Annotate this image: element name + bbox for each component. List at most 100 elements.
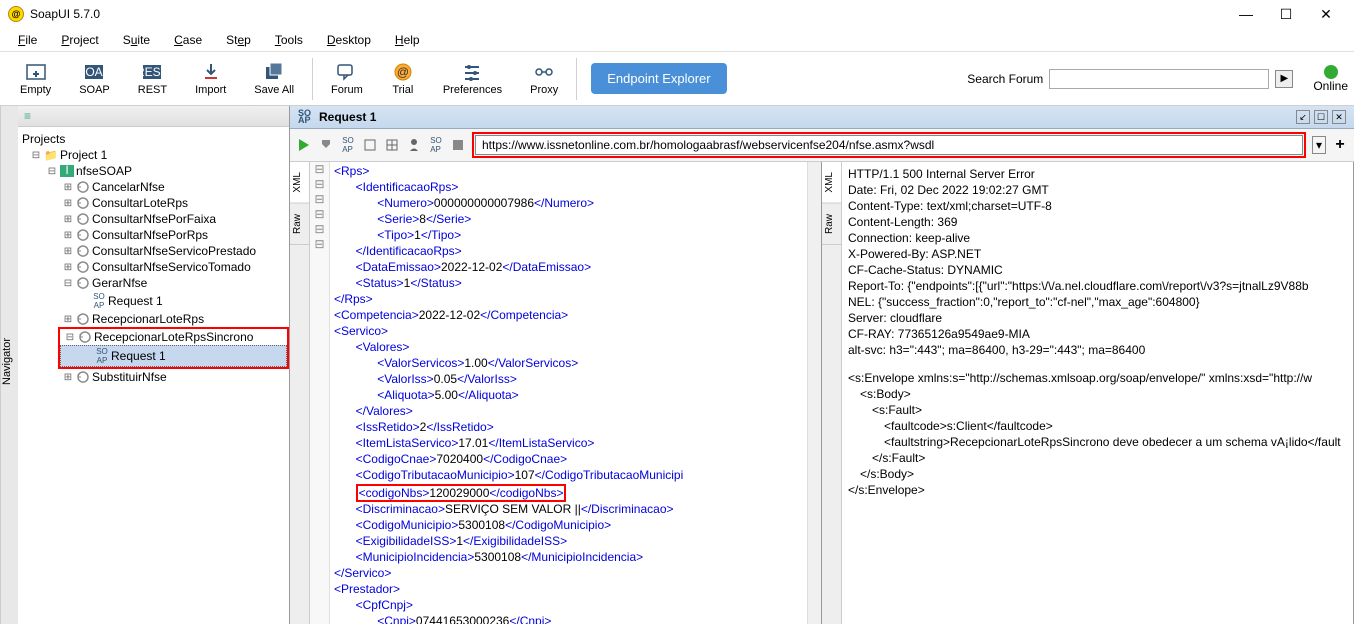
op-gerarnfse[interactable]: ⊟GerarNfse [18,275,289,291]
proxy-icon [532,62,556,82]
gerar-request1[interactable]: SOAPRequest 1 [18,291,289,311]
request-xml-content[interactable]: <Rps> <IdentificacaoRps> <Numero>0000000… [330,162,807,624]
response-content[interactable]: HTTP/1.1 500 Internal Server Error Date:… [842,162,1353,624]
op-recepcionar-sincrono[interactable]: ⊟RecepcionarLoteRpsSincrono [60,329,287,345]
svg-text:I: I [65,165,68,177]
url-dropdown-button[interactable]: ▾ [1312,136,1326,154]
empty-icon [24,62,48,82]
resp-server: Server: cloudflare [848,310,1347,326]
proxy-button[interactable]: Proxy [516,60,572,98]
svg-text:REST: REST [141,65,163,79]
fold-gutter[interactable]: ⊟⊟⊟⊟⊟⊟ [310,162,330,624]
op-servicoprestado[interactable]: ⊞ConsultarNfseServicoPrestado [18,243,289,259]
toggle-outline-button[interactable] [362,137,378,153]
resp-altsvc: alt-svc: h3=":443"; ma=86400, h3-29=":44… [848,342,1347,358]
menu-desktop[interactable]: Desktop [315,30,383,49]
resp-raw-tab[interactable]: Raw [822,204,841,245]
forum-button[interactable]: Forum [317,60,377,98]
op-consultarporrps[interactable]: ⊞ConsultarNfsePorRps [18,227,289,243]
menu-file[interactable]: File [6,30,49,49]
op-consultarlote[interactable]: ⊞ConsultarLoteRps [18,195,289,211]
url-highlight-box [472,132,1306,158]
tree-icon: ≡ [24,109,31,123]
endpoint-explorer-button[interactable]: Endpoint Explorer [591,63,726,94]
raw-tab[interactable]: Raw [290,204,309,245]
resp-faultcode: <faultcode>s:Client</faultcode> [848,418,1347,434]
preferences-button[interactable]: Preferences [429,60,516,98]
maximize-button[interactable]: ☐ [1266,6,1306,23]
xml-tab[interactable]: XML [290,162,309,204]
menu-tools[interactable]: Tools [263,30,315,49]
stop-button[interactable] [318,137,334,153]
resp-cache: CF-Cache-Status: DYNAMIC [848,262,1347,278]
person-button[interactable] [406,137,422,153]
interface-node[interactable]: ⊟InfseSOAP [18,163,289,179]
menu-case[interactable]: Case [162,30,214,49]
faultstring-highlight: <faultstring>RecepcionarLoteRpsSincrono … [884,435,1308,449]
op-substituir[interactable]: ⊞SubstituirNfse [18,369,289,385]
request-editor: SOAP Request 1 ↙ ☐ ✕ SOAP SOAP ▾ + [290,106,1354,624]
forum-icon [335,62,359,82]
navigator-panel: ≡ Projects ⊟📁Project 1 ⊟InfseSOAP ⊞Cance… [18,106,290,624]
close-button[interactable]: ✕ [1306,6,1346,23]
resp-xml-tab[interactable]: XML [822,162,841,204]
request-vtabs: XML Raw [290,162,310,624]
resp-report: Report-To: {"endpoints":[{"url":"https:\… [848,278,1347,294]
import-icon [199,62,223,82]
request-body: XML Raw ⊟⊟⊟⊟⊟⊟ <Rps> <IdentificacaoRps> … [290,162,1354,624]
resp-ctype: Content-Type: text/xml;charset=UTF-8 [848,198,1347,214]
menu-project[interactable]: Project [49,30,110,49]
codigonbs-highlight: <codigoNbs>120029000</codigoNbs> [356,484,567,502]
project-node[interactable]: ⊟📁Project 1 [18,147,289,163]
search-label: Search Forum [967,72,1043,86]
window-min-icon[interactable]: ↙ [1296,110,1310,124]
response-vtabs: XML Raw [822,162,842,624]
tool2-button[interactable]: SOAP [428,137,444,153]
highlighted-box: ⊟RecepcionarLoteRpsSincrono SOAPRequest … [58,327,289,369]
response-panel: XML Raw HTTP/1.1 500 Internal Server Err… [822,162,1354,624]
projects-root[interactable]: Projects [18,131,289,147]
search-input[interactable] [1049,69,1269,89]
op-servicotomado[interactable]: ⊞ConsultarNfseServicoTomado [18,259,289,275]
endpoint-url-input[interactable] [475,135,1303,155]
resp-body-open: <s:Body> [848,386,1347,402]
op-recepcionarloterps[interactable]: ⊞RecepcionarLoteRps [18,311,289,327]
content-area: Navigator ≡ Projects ⊟📁Project 1 ⊟InfseS… [0,106,1354,624]
add-assertion-button[interactable]: SOAP [340,137,356,153]
menu-step[interactable]: Step [214,30,263,49]
resp-faultstring: <faultstring>RecepcionarLoteRpsSincrono … [848,434,1347,450]
import-button[interactable]: Import [181,60,240,98]
window-max-icon[interactable]: ☐ [1314,110,1328,124]
menu-suite[interactable]: Suite [111,30,162,49]
online-indicator[interactable]: Online [1313,65,1348,93]
add-endpoint-button[interactable]: + [1332,137,1348,153]
soap-button[interactable]: SOAPSOAP [65,60,124,98]
request-toolbar: SOAP SOAP ▾ + [290,129,1354,162]
navigator-tree[interactable]: Projects ⊟📁Project 1 ⊟InfseSOAP ⊞Cancela… [18,127,289,624]
soap-icon: SOAP [82,62,106,82]
navigator-header: ≡ [18,106,289,127]
soap-badge-icon: SOAP [298,110,311,124]
empty-button[interactable]: Empty [6,60,65,98]
resp-envelope: <s:Envelope xmlns:s="http://schemas.xmls… [848,370,1347,386]
stop-square-button[interactable] [450,137,466,153]
navigator-side-tab[interactable]: Navigator [0,106,18,624]
op-cancelar[interactable]: ⊞CancelarNfse [18,179,289,195]
form-button[interactable] [384,137,400,153]
app-icon: @ [8,6,24,22]
request-scrollbar[interactable] [807,162,821,624]
trial-button[interactable]: @Trial [377,60,429,98]
resp-fault-close: </s:Fault> [848,450,1347,466]
rest-button[interactable]: RESTREST [124,60,181,98]
separator [312,58,313,100]
search-go-icon[interactable]: ▶ [1275,70,1293,88]
window-close-icon[interactable]: ✕ [1332,110,1346,124]
run-button[interactable] [296,137,312,153]
sincrono-request1[interactable]: SOAPRequest 1 [60,345,287,367]
menu-help[interactable]: Help [383,30,432,49]
resp-env-close: </s:Envelope> [848,482,1347,498]
op-consultarfaixa[interactable]: ⊞ConsultarNfsePorFaixa [18,211,289,227]
minimize-button[interactable]: — [1226,6,1266,22]
saveall-button[interactable]: Save All [240,60,308,98]
rest-icon: REST [140,62,164,82]
